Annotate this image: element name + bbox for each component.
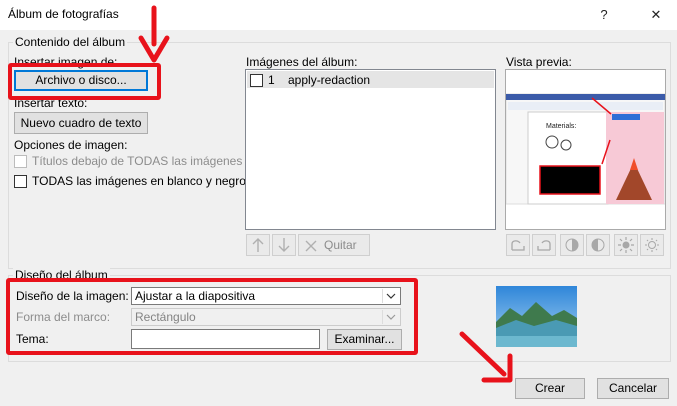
- rotate-left-icon: [511, 240, 525, 251]
- move-down-button[interactable]: [272, 234, 296, 256]
- annotation-highlight-file-button: [8, 63, 161, 100]
- cancel-button-label: Cancelar: [608, 381, 658, 395]
- move-up-button[interactable]: [246, 234, 270, 256]
- rotate-right-icon: [537, 240, 551, 251]
- arrow-up-icon: [252, 238, 264, 252]
- content-group-legend: Contenido del álbum: [13, 35, 128, 49]
- list-item-index: 1: [268, 73, 275, 87]
- svg-text:Materials:: Materials:: [546, 123, 576, 130]
- annotation-arrow-diagonal-icon: [459, 331, 513, 383]
- more-contrast-button[interactable]: [560, 234, 584, 256]
- preview-pane: Materials:: [505, 69, 666, 230]
- remove-button-label: Quitar: [324, 238, 357, 252]
- remove-button[interactable]: Quitar: [298, 234, 370, 256]
- less-brightness-button[interactable]: [640, 234, 664, 256]
- preview-label: Vista previa:: [506, 55, 572, 69]
- annotation-highlight-layout: [6, 278, 418, 355]
- create-button-label: Crear: [534, 381, 565, 395]
- contrast-more-icon: [565, 238, 579, 252]
- annotation-arrow-down-icon: [138, 5, 170, 63]
- album-images-label: Imágenes del álbum:: [246, 55, 358, 69]
- new-textbox-button-label: Nuevo cuadro de texto: [20, 116, 142, 130]
- black-white-option-label: TODAS las imágenes en blanco y negro: [32, 174, 246, 188]
- captions-option-label: Títulos debajo de TODAS las imágenes: [32, 154, 243, 168]
- list-item-checkbox[interactable]: [250, 74, 263, 87]
- preview-thumbnail-image: Materials:: [505, 70, 666, 229]
- help-button[interactable]: ?: [584, 0, 624, 30]
- brightness-less-icon: [645, 238, 659, 252]
- window-title: Álbum de fotografías: [8, 7, 119, 21]
- close-button[interactable]: ✕: [636, 0, 676, 30]
- rotate-left-button[interactable]: [506, 234, 530, 256]
- less-contrast-button[interactable]: [586, 234, 610, 256]
- album-images-list[interactable]: 1 apply-redaction: [245, 69, 496, 230]
- image-options-label: Opciones de imagen:: [14, 138, 128, 152]
- create-button[interactable]: Crear: [515, 378, 585, 399]
- captions-checkbox[interactable]: [14, 155, 27, 168]
- remove-x-icon: [305, 240, 317, 252]
- brightness-more-icon: [618, 237, 634, 253]
- contrast-less-icon: [591, 238, 605, 252]
- more-brightness-button[interactable]: [614, 234, 638, 256]
- list-item[interactable]: 1 apply-redaction: [247, 71, 494, 88]
- rotate-right-button[interactable]: [532, 234, 556, 256]
- new-textbox-button[interactable]: Nuevo cuadro de texto: [14, 112, 148, 134]
- arrow-down-icon: [278, 238, 290, 252]
- cancel-button[interactable]: Cancelar: [597, 378, 669, 399]
- list-item-name: apply-redaction: [288, 73, 371, 87]
- black-white-checkbox[interactable]: [14, 175, 27, 188]
